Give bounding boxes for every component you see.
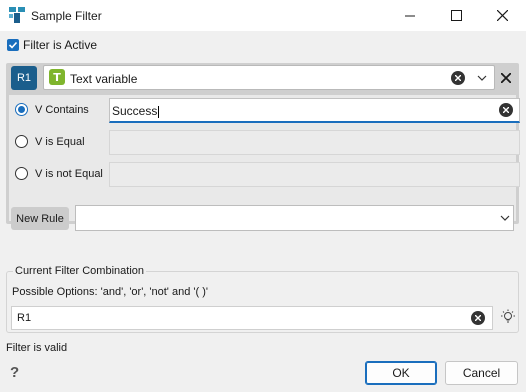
checkbox-checked-icon [7, 39, 19, 51]
app-logo-icon [9, 7, 25, 23]
new-rule-button[interactable]: New Rule [11, 207, 69, 230]
validation-status: Filter is valid [6, 342, 68, 354]
radio-is-equal[interactable] [15, 135, 28, 148]
rule-panel: R1 T Text variable V Contains Success V … [6, 63, 520, 224]
variable-select[interactable]: T Text variable [43, 65, 495, 90]
clear-variable-icon[interactable] [451, 71, 465, 85]
rule-badge: R1 [11, 66, 37, 90]
filter-dialog: Filter is Active R1 T Text variable V Co… [0, 31, 526, 392]
contains-value: Success [112, 104, 158, 118]
condition-row-equal: V is Equal [9, 127, 520, 159]
filter-active-checkbox[interactable]: Filter is Active [7, 38, 97, 52]
is-equal-value-input[interactable] [109, 130, 520, 155]
clear-value-icon[interactable] [499, 103, 513, 117]
contains-value-input[interactable]: Success [109, 98, 520, 123]
condition-row-not-equal: V is not Equal [9, 159, 520, 191]
help-button[interactable]: ? [10, 364, 19, 381]
text-variable-icon: T [49, 69, 65, 85]
clear-combination-icon[interactable] [471, 311, 485, 325]
minimize-button[interactable] [387, 0, 433, 31]
chevron-down-icon[interactable] [476, 72, 488, 84]
minimize-icon [405, 15, 415, 16]
group-legend: Current Filter Combination [13, 265, 146, 277]
close-window-button[interactable] [479, 0, 525, 31]
title-bar: Sample Filter [0, 0, 526, 31]
close-icon [501, 73, 511, 83]
possible-options-text: Possible Options: 'and', 'or', 'not' and… [12, 286, 208, 298]
remove-rule-button[interactable] [497, 69, 515, 87]
new-rule-select[interactable] [75, 205, 514, 231]
radio-is-not-equal[interactable] [15, 167, 28, 180]
is-not-equal-value-input[interactable] [109, 162, 520, 187]
conditions-area: V Contains Success V is Equal V is not E… [9, 95, 520, 221]
cancel-button[interactable]: Cancel [445, 361, 518, 385]
maximize-button[interactable] [433, 0, 479, 31]
radio-contains[interactable] [15, 103, 28, 116]
condition-label: V is not Equal [35, 168, 103, 180]
condition-label: V is Equal [35, 136, 85, 148]
chevron-down-icon[interactable] [499, 212, 511, 224]
maximize-icon [450, 10, 462, 21]
filter-combination-group: Current Filter Combination Possible Opti… [6, 265, 519, 333]
ok-button[interactable]: OK [365, 361, 437, 385]
condition-row-contains: V Contains Success [9, 95, 520, 127]
window-title: Sample Filter [31, 9, 102, 23]
lightbulb-icon[interactable] [500, 309, 516, 325]
close-icon [496, 10, 508, 21]
combination-input[interactable]: R1 [11, 306, 493, 330]
condition-label: V Contains [35, 104, 89, 116]
combination-value: R1 [17, 312, 32, 324]
filter-active-label: Filter is Active [23, 38, 98, 52]
variable-label: Text variable [70, 72, 138, 86]
